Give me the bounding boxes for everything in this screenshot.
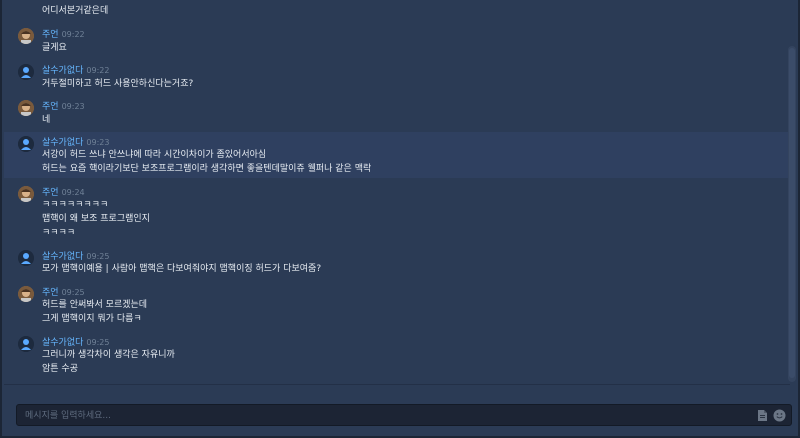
message-text: 글게요	[42, 43, 67, 53]
message-text: 그러니까 생각차이 생각은 자유니까	[42, 350, 175, 360]
message-text: 거두절미하고 허드 사용안하신다는거죠?	[42, 79, 194, 89]
chat-message: 살수가없다 09:25 모가 맵핵이예용 | 사람아 맵핵은 다보여줘야지 맵핵이…	[4, 246, 790, 276]
message-text: ㅋㅋㅋㅋㅋㅋㅋㅋ	[42, 200, 109, 210]
message-username[interactable]: 살수가없다 09:22	[42, 63, 109, 76]
chat-message: 살수가없다 09:25 그러니까 생각차이 생각은 자유니까 암튼 수공	[4, 332, 790, 376]
scrollbar-thumb[interactable]	[789, 48, 795, 378]
message-text: 서강이 허드 쓰냐 안쓰냐에 따라 시간이차이가 좀있어서아심	[42, 150, 267, 160]
message-text: 모가 맵핵이예용 | 사람아 맵핵은 다보여줘야지 맵핵이징 허드가 다보여줌?	[42, 264, 322, 274]
avatar[interactable]	[18, 336, 34, 352]
message-input[interactable]	[23, 408, 747, 424]
chat-message: 주언 09:22 글게요	[4, 24, 790, 54]
message-timestamp: 09:22	[86, 66, 110, 75]
emoji-icon[interactable]	[773, 409, 786, 422]
message-text: 그게 맵핵이지 뭐가 다름ㅋ	[42, 314, 142, 324]
message-timestamp: 09:22	[61, 30, 85, 39]
chat-message: 어디서본거같은데	[4, 0, 790, 18]
file-icon[interactable]	[756, 409, 769, 422]
avatar[interactable]	[18, 186, 34, 202]
avatar[interactable]	[18, 100, 34, 116]
message-input-bar	[16, 404, 792, 426]
chat-message: 주언 09:25 허드를 안써봐서 모르겠는데 그게 맵핵이지 뭐가 다름ㅋ	[4, 282, 790, 326]
message-username[interactable]: 주언 09:23	[42, 99, 85, 112]
message-text: 네	[42, 115, 51, 125]
message-timestamp: 09:25	[61, 288, 85, 297]
avatar[interactable]	[18, 28, 34, 44]
message-text: 암튼 수공	[42, 364, 78, 374]
chat-message: 살수가없다 09:22 거두절미하고 허드 사용안하신다는거죠?	[4, 60, 790, 90]
message-username[interactable]: 주언 09:22	[42, 27, 85, 40]
message-text: 맵핵이 왜 보조 프로그램인지	[42, 214, 150, 224]
avatar[interactable]	[18, 136, 34, 152]
avatar[interactable]	[18, 64, 34, 80]
message-timestamp: 09:24	[61, 188, 85, 197]
message-text: ㅋㅋㅋㅋ	[42, 228, 76, 238]
chat-window: 어디서본거같은데 주언 09:22 글게요 살수가없다 09:22 거두절미하고 허…	[0, 0, 800, 438]
message-timestamp: 09:25	[86, 252, 110, 261]
message-text: 허드를 안써봐서 모르겠는데	[42, 300, 148, 310]
chat-message: 주언 09:24 ㅋㅋㅋㅋㅋㅋㅋㅋ 맵핵이 왜 보조 프로그램인지 ㅋㅋㅋㅋ	[4, 182, 790, 240]
avatar[interactable]	[18, 250, 34, 266]
message-timestamp: 09:23	[86, 138, 110, 147]
message-text: 허드는 요즘 핵이라기보단 보조프로그램이라 생각하면 좋을텐데말이쥬 웰퍼나 …	[42, 164, 372, 174]
message-timestamp: 09:23	[61, 102, 85, 111]
chat-message: 살수가없다 09:23 서강이 허드 쓰냐 안쓰냐에 따라 시간이차이가 좀있어서…	[4, 132, 790, 178]
message-list[interactable]: 어디서본거같은데 주언 09:22 글게요 살수가없다 09:22 거두절미하고 허…	[4, 0, 790, 384]
message-timestamp: 09:25	[86, 338, 110, 347]
message-text: 어디서본거같은데	[42, 6, 109, 16]
avatar[interactable]	[18, 286, 34, 302]
divider	[4, 384, 790, 385]
chat-message: 주언 09:23 네	[4, 96, 790, 126]
scrollbar[interactable]	[788, 46, 796, 382]
